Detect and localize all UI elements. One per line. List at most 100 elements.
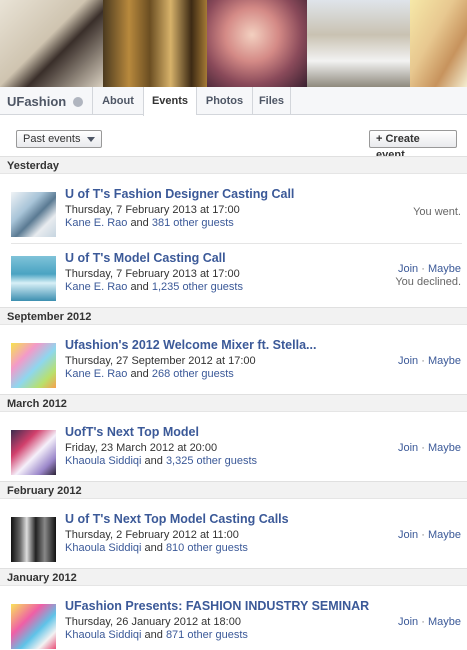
maybe-link[interactable]: Maybe	[428, 529, 461, 541]
tab-events[interactable]: Events	[143, 87, 196, 116]
join-link[interactable]: Join	[398, 263, 418, 275]
event-and: and	[144, 455, 163, 467]
past-events-dropdown[interactable]: Past events	[16, 130, 102, 148]
event-guests: Kane E. Rao and 381 other guests	[65, 217, 234, 229]
section-header: September 2012	[0, 307, 467, 325]
event-guests-link[interactable]: 1,235 other guests	[152, 281, 243, 293]
event-thumbnail[interactable]	[11, 256, 56, 301]
event-date-text: Friday, 23 March 2012	[65, 442, 175, 454]
event-thumbnail[interactable]	[11, 430, 56, 475]
cover-photo[interactable]	[0, 0, 103, 87]
event-at: at	[199, 529, 210, 541]
rsvp-actions: Join · Maybe	[398, 529, 461, 541]
event-row: UFashion Presents: FASHION INDUSTRY SEMI…	[0, 596, 467, 649]
event-title[interactable]: U of T's Model Casting Call	[65, 251, 226, 265]
chevron-down-icon	[87, 137, 95, 142]
event-time: 18:00	[213, 616, 241, 628]
rsvp-actions: Join · Maybe	[398, 442, 461, 454]
event-date: Thursday, 7 February 2013 at 17:00	[65, 268, 240, 280]
tab-files[interactable]: Files	[252, 87, 291, 115]
event-at: at	[201, 616, 211, 628]
section-header: Yesterday	[0, 156, 467, 174]
event-date-text: Thursday, 7 February 2013	[65, 204, 197, 216]
rsvp-status: You went.	[413, 206, 461, 218]
event-date: Thursday, 7 February 2013 at 17:00	[65, 204, 240, 216]
tab-about[interactable]: About	[92, 87, 143, 115]
event-date-text: Thursday, 2 February 2012	[65, 529, 197, 541]
maybe-link[interactable]: Maybe	[428, 263, 461, 275]
join-link[interactable]: Join	[398, 616, 418, 628]
event-guests-link[interactable]: 3,325 other guests	[166, 455, 257, 467]
event-title[interactable]: UFashion Presents: FASHION INDUSTRY SEMI…	[65, 599, 369, 613]
event-guests-link[interactable]: 381 other guests	[152, 217, 234, 229]
event-guests: Kane E. Rao and 1,235 other guests	[65, 281, 243, 293]
event-row: Ufashion's 2012 Welcome Mixer ft. Stella…	[0, 335, 467, 388]
event-guests-link[interactable]: 871 other guests	[166, 629, 248, 641]
cover-photo-strip[interactable]	[0, 0, 467, 87]
cover-photo[interactable]	[307, 0, 410, 87]
tab-photos[interactable]: Photos	[196, 87, 252, 115]
event-host-link[interactable]: Kane E. Rao	[65, 368, 127, 380]
event-thumbnail[interactable]	[11, 343, 56, 388]
rsvp-separator: ·	[418, 529, 428, 541]
event-row: U of T's Model Casting Call Thursday, 7 …	[0, 248, 467, 301]
event-time: 17:00	[212, 204, 240, 216]
event-host-link[interactable]: Kane E. Rao	[65, 217, 127, 229]
event-thumbnail[interactable]	[11, 604, 56, 649]
cover-photo[interactable]	[103, 0, 207, 87]
event-date: Friday, 23 March 2012 at 20:00	[65, 442, 217, 454]
event-row: UofT's Next Top Model Friday, 23 March 2…	[0, 422, 467, 475]
event-guests-link[interactable]: 810 other guests	[166, 542, 248, 554]
event-thumbnail[interactable]	[11, 192, 56, 237]
rsvp-actions: Join · Maybe	[398, 263, 461, 275]
maybe-link[interactable]: Maybe	[428, 442, 461, 454]
event-title[interactable]: Ufashion's 2012 Welcome Mixer ft. Stella…	[65, 338, 316, 352]
event-at: at	[215, 355, 226, 367]
event-row: U of T's Next Top Model Casting Calls Th…	[0, 509, 467, 562]
event-title[interactable]: U of T's Fashion Designer Casting Call	[65, 187, 294, 201]
join-link[interactable]: Join	[398, 529, 418, 541]
event-title[interactable]: UofT's Next Top Model	[65, 425, 199, 439]
cover-photo[interactable]	[410, 0, 467, 87]
join-link[interactable]: Join	[398, 442, 418, 454]
group-name[interactable]: UFashion	[7, 94, 66, 109]
maybe-link[interactable]: Maybe	[428, 616, 461, 628]
event-and: and	[130, 281, 149, 293]
event-and: and	[130, 217, 149, 229]
event-guests: Kane E. Rao and 268 other guests	[65, 368, 234, 380]
cover-photo[interactable]	[207, 0, 307, 87]
rsvp-separator: ·	[418, 442, 428, 454]
event-host-link[interactable]: Kane E. Rao	[65, 281, 127, 293]
event-host-link[interactable]: Khaoula Siddiqi	[65, 542, 141, 554]
event-at: at	[199, 268, 210, 280]
rsvp-actions: Join · Maybe	[398, 616, 461, 628]
section-header: January 2012	[0, 568, 467, 586]
event-guests-link[interactable]: 268 other guests	[152, 368, 234, 380]
rsvp-separator: ·	[418, 616, 428, 628]
create-event-button[interactable]: + Create event	[369, 130, 457, 161]
event-time: 20:00	[189, 442, 218, 454]
event-date: Thursday, 26 January 2012 at 18:00	[65, 616, 241, 628]
event-thumbnail[interactable]	[11, 517, 56, 562]
event-guests: Khaoula Siddiqi and 3,325 other guests	[65, 455, 257, 467]
event-date-text: Thursday, 7 February 2013	[65, 268, 197, 280]
event-host-link[interactable]: Khaoula Siddiqi	[65, 455, 141, 467]
event-at: at	[177, 442, 187, 454]
event-at: at	[199, 204, 210, 216]
event-host-link[interactable]: Khaoula Siddiqi	[65, 629, 141, 641]
event-time: 17:00	[228, 355, 256, 367]
row-divider	[11, 243, 462, 244]
event-guests: Khaoula Siddiqi and 810 other guests	[65, 542, 248, 554]
event-date-text: Thursday, 27 September 2012	[65, 355, 213, 367]
event-guests: Khaoula Siddiqi and 871 other guests	[65, 629, 248, 641]
event-date-text: Thursday, 26 January 2012	[65, 616, 199, 628]
join-link[interactable]: Join	[398, 355, 418, 367]
group-header-bar: UFashion About Events Photos Files	[0, 87, 467, 116]
globe-icon	[73, 97, 83, 107]
event-time: 17:00	[212, 268, 240, 280]
event-date: Thursday, 27 September 2012 at 17:00	[65, 355, 256, 367]
maybe-link[interactable]: Maybe	[428, 355, 461, 367]
event-row: U of T's Fashion Designer Casting Call T…	[0, 184, 467, 237]
event-title[interactable]: U of T's Next Top Model Casting Calls	[65, 512, 289, 526]
event-time: 11:00	[212, 529, 239, 541]
